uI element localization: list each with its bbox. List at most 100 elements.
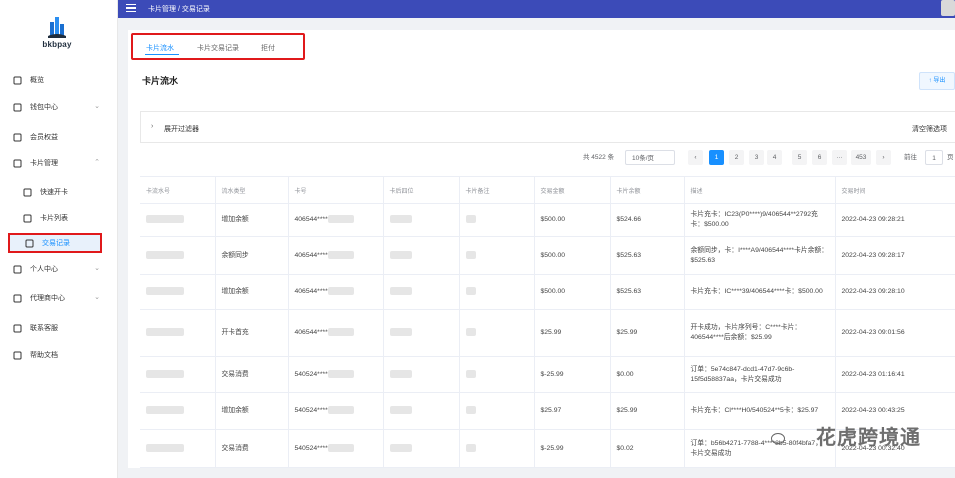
page-ellipsis[interactable]: ···	[832, 150, 847, 165]
main-card: 卡片流水 卡片交易记录 拒付 卡片流水 ↑ 导出 › 展开过滤器 清空筛选项 共…	[128, 30, 955, 468]
column-header: 流水类型	[215, 176, 289, 204]
cell-text: 2022-04-23 00:43:25	[841, 407, 905, 414]
table-row[interactable]: 增加余额 406544**** $500.00 $525.63 卡片充卡：IC****3…	[140, 274, 955, 310]
page-button[interactable]: 1	[709, 150, 724, 165]
table-cell	[383, 274, 460, 310]
sidebar: bkbpay 概览 钱包中心 ⌄ 会员权益 卡片管理 ⌃ 快速开卡 卡片列表 交易记录 个人中心 ⌄…	[0, 0, 118, 478]
cell-text: $524.66	[616, 216, 642, 223]
table-row[interactable]: 交易消费 540524**** $-25.99 $0.00 订单：5e74c847-dc…	[140, 356, 955, 393]
table-cell: 406544****	[288, 274, 384, 310]
tab-card-transactions[interactable]: 卡片交易记录	[197, 43, 239, 53]
cell-text: $0.00	[616, 370, 634, 378]
page-size-select[interactable]: 10条/页	[625, 150, 675, 165]
page-button[interactable]: 5	[792, 150, 807, 165]
table-cell: $-25.99	[534, 356, 611, 393]
sidebar-item[interactable]: 快速开卡	[8, 182, 110, 202]
table-cell	[459, 356, 535, 393]
page-button[interactable]: 2	[729, 150, 744, 165]
redacted-block	[146, 250, 184, 259]
avatar[interactable]	[941, 0, 955, 16]
column-header: 卡后四位	[383, 176, 460, 204]
cell-text: 交易消费	[221, 444, 249, 452]
page-button[interactable]: 453	[851, 150, 871, 165]
watermark: 花虎跨境通	[816, 427, 921, 449]
sidebar-item-label: 联系客服	[30, 325, 58, 332]
user-icon	[13, 265, 22, 274]
prev-page-button[interactable]: ‹	[688, 150, 703, 165]
table-cell	[459, 274, 535, 310]
page-button[interactable]: 6	[812, 150, 827, 165]
sidebar-item[interactable]: 卡片管理 ⌃	[8, 153, 110, 173]
redacted-block	[327, 287, 354, 296]
sidebar-item[interactable]: 联系客服	[8, 318, 110, 338]
sidebar-item[interactable]: 钱包中心 ⌄	[8, 97, 110, 117]
tab-chargeback[interactable]: 拒付	[261, 43, 275, 53]
redacted-block	[327, 215, 354, 224]
page-button[interactable]: 4	[767, 150, 782, 165]
sidebar-item-label: 卡片列表	[40, 215, 68, 222]
cell-text: 卡片充卡：IC23(P0****)9/406544**2792充卡：$500.0…	[690, 211, 818, 228]
sidebar-item[interactable]: 代理商中心 ⌄	[8, 288, 110, 308]
table-cell: 2022-04-23 09:28:17	[835, 236, 955, 275]
table-cell: $500.00	[534, 203, 611, 237]
column-header: 交易时间	[835, 176, 955, 204]
column-header: 交易金额	[534, 176, 611, 204]
table-row[interactable]: 增加余额 406544**** $500.00 $524.66 卡片充卡：IC23(P0…	[140, 203, 955, 237]
hamburger-icon[interactable]	[126, 4, 136, 12]
table-cell: $525.63	[610, 236, 685, 275]
sidebar-item[interactable]: 个人中心 ⌄	[8, 259, 110, 279]
chevron-right-icon[interactable]: ›	[151, 123, 153, 130]
cell-text: 2022-04-23 09:28:17	[841, 251, 905, 259]
table-row[interactable]: 余额同步 406544**** $500.00 $525.63 余额同步，卡：I****…	[140, 236, 955, 275]
sidebar-item[interactable]: 会员权益	[8, 127, 110, 147]
sidebar-item[interactable]: 交易记录	[8, 233, 102, 253]
redacted-block	[389, 215, 412, 224]
chat-icon	[13, 324, 22, 333]
table-cell: 开卡首充	[215, 309, 289, 357]
column-header: 卡号	[288, 176, 384, 204]
table-row[interactable]: 开卡首充 406544**** $25.99 $25.99 开卡成功，卡片序列号：C**…	[140, 309, 955, 357]
page-button[interactable]: 3	[749, 150, 764, 165]
table-cell: 406544****	[288, 203, 384, 237]
table-cell: $25.99	[610, 309, 685, 357]
redacted-block	[146, 287, 184, 296]
sidebar-item-label: 交易记录	[42, 240, 70, 247]
cell-text: $25.97	[540, 407, 562, 414]
logo-text: bkbpay	[42, 40, 72, 49]
cell-text: 订单：5e74c847-dcd1-47d7-9c6b-15f5d58837aa，…	[690, 365, 795, 383]
chevron-down-icon: ⌄	[94, 294, 100, 301]
sidebar-item-label: 钱包中心	[30, 104, 58, 111]
sidebar-item[interactable]: 帮助文档	[8, 345, 110, 365]
clear-filters-button[interactable]: 清空筛选项	[912, 124, 947, 134]
redacted-block	[389, 369, 412, 378]
redacted-block	[327, 250, 354, 259]
sidebar-item-label: 会员权益	[30, 134, 58, 141]
breadcrumb: 卡片管理 / 交易记录	[148, 6, 210, 13]
next-page-button[interactable]: ›	[876, 150, 891, 165]
table-cell	[383, 392, 460, 430]
table-cell: $-25.99	[534, 429, 611, 468]
member-icon	[13, 133, 22, 142]
chevron-down-icon: ⌄	[94, 265, 100, 272]
tab-card-flow[interactable]: 卡片流水	[146, 43, 174, 53]
logo[interactable]: bkbpay	[37, 16, 77, 49]
filter-toggle[interactable]: 展开过滤器	[164, 124, 199, 134]
cell-text: $25.99	[616, 329, 638, 336]
app-root: bkbpay 概览 钱包中心 ⌄ 会员权益 卡片管理 ⌃ 快速开卡 卡片列表 交易记录 个人中心 ⌄…	[0, 0, 955, 478]
sidebar-item[interactable]: 卡片列表	[8, 208, 110, 228]
table-cell	[459, 392, 535, 430]
cell-text: 交易消费	[221, 370, 249, 378]
redacted-block	[465, 287, 476, 296]
sidebar-item-label: 概览	[30, 77, 44, 84]
cell-text: $500.00	[540, 251, 566, 259]
export-button[interactable]: ↑ 导出	[919, 72, 955, 90]
goto-page-input[interactable]: 1	[925, 150, 943, 165]
total-count: 共 4522 条	[583, 154, 615, 161]
cell-text: 540524****	[294, 444, 328, 452]
sidebar-item[interactable]: 概览	[8, 70, 110, 90]
redacted-block	[327, 328, 354, 337]
filter-panel[interactable]: › 展开过滤器 清空筛选项	[140, 111, 955, 143]
redacted-block	[146, 443, 184, 452]
goto-label: 前往	[904, 154, 917, 161]
table-cell: $25.99	[610, 392, 685, 430]
